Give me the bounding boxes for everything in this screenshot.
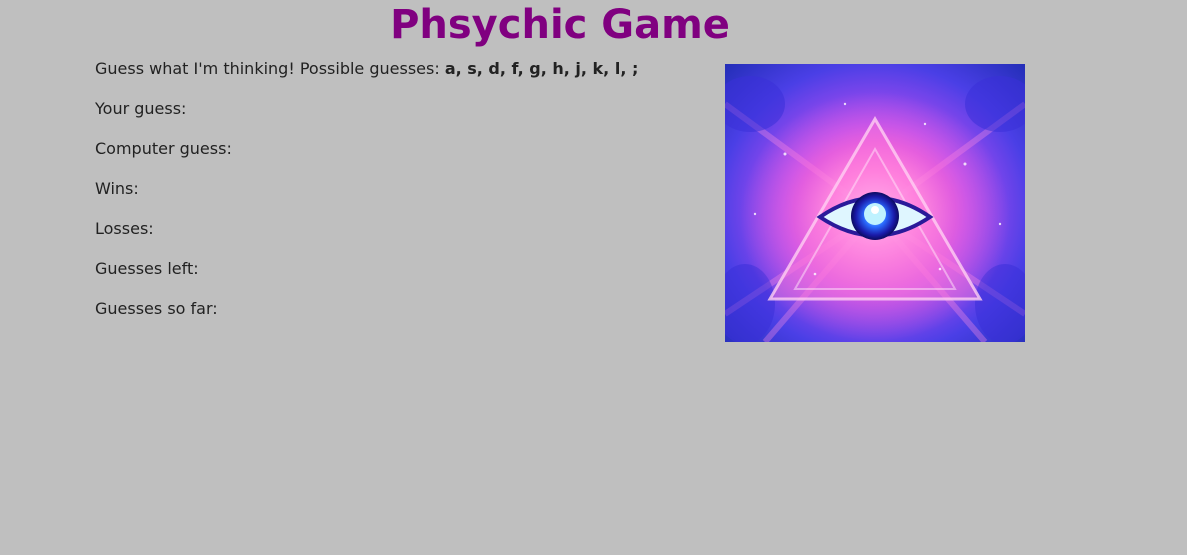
- guesses-left-label: Guesses left:: [95, 259, 199, 278]
- game-panel: Guess what I'm thinking! Possible guesse…: [95, 58, 655, 338]
- guesses-left-row: Guesses left:: [95, 258, 655, 280]
- computer-guess-label: Computer guess:: [95, 139, 232, 158]
- instructions: Guess what I'm thinking! Possible guesse…: [95, 58, 655, 80]
- your-guess-label: Your guess:: [95, 99, 187, 118]
- all-seeing-eye-image: [725, 64, 1025, 342]
- page-title: Phsychic Game: [390, 2, 730, 48]
- computer-guess-row: Computer guess:: [95, 138, 655, 160]
- possible-guesses: a, s, d, f, g, h, j, k, l, ;: [444, 59, 639, 78]
- guesses-so-far-row: Guesses so far:: [95, 298, 655, 320]
- wins-row: Wins:: [95, 178, 655, 200]
- page: Phsychic Game Guess what I'm thinking! P…: [0, 0, 1187, 555]
- losses-row: Losses:: [95, 218, 655, 240]
- losses-label: Losses:: [95, 219, 154, 238]
- your-guess-row: Your guess:: [95, 98, 655, 120]
- guesses-so-far-label: Guesses so far:: [95, 299, 218, 318]
- instructions-text: Guess what I'm thinking! Possible guesse…: [95, 59, 445, 78]
- wins-label: Wins:: [95, 179, 139, 198]
